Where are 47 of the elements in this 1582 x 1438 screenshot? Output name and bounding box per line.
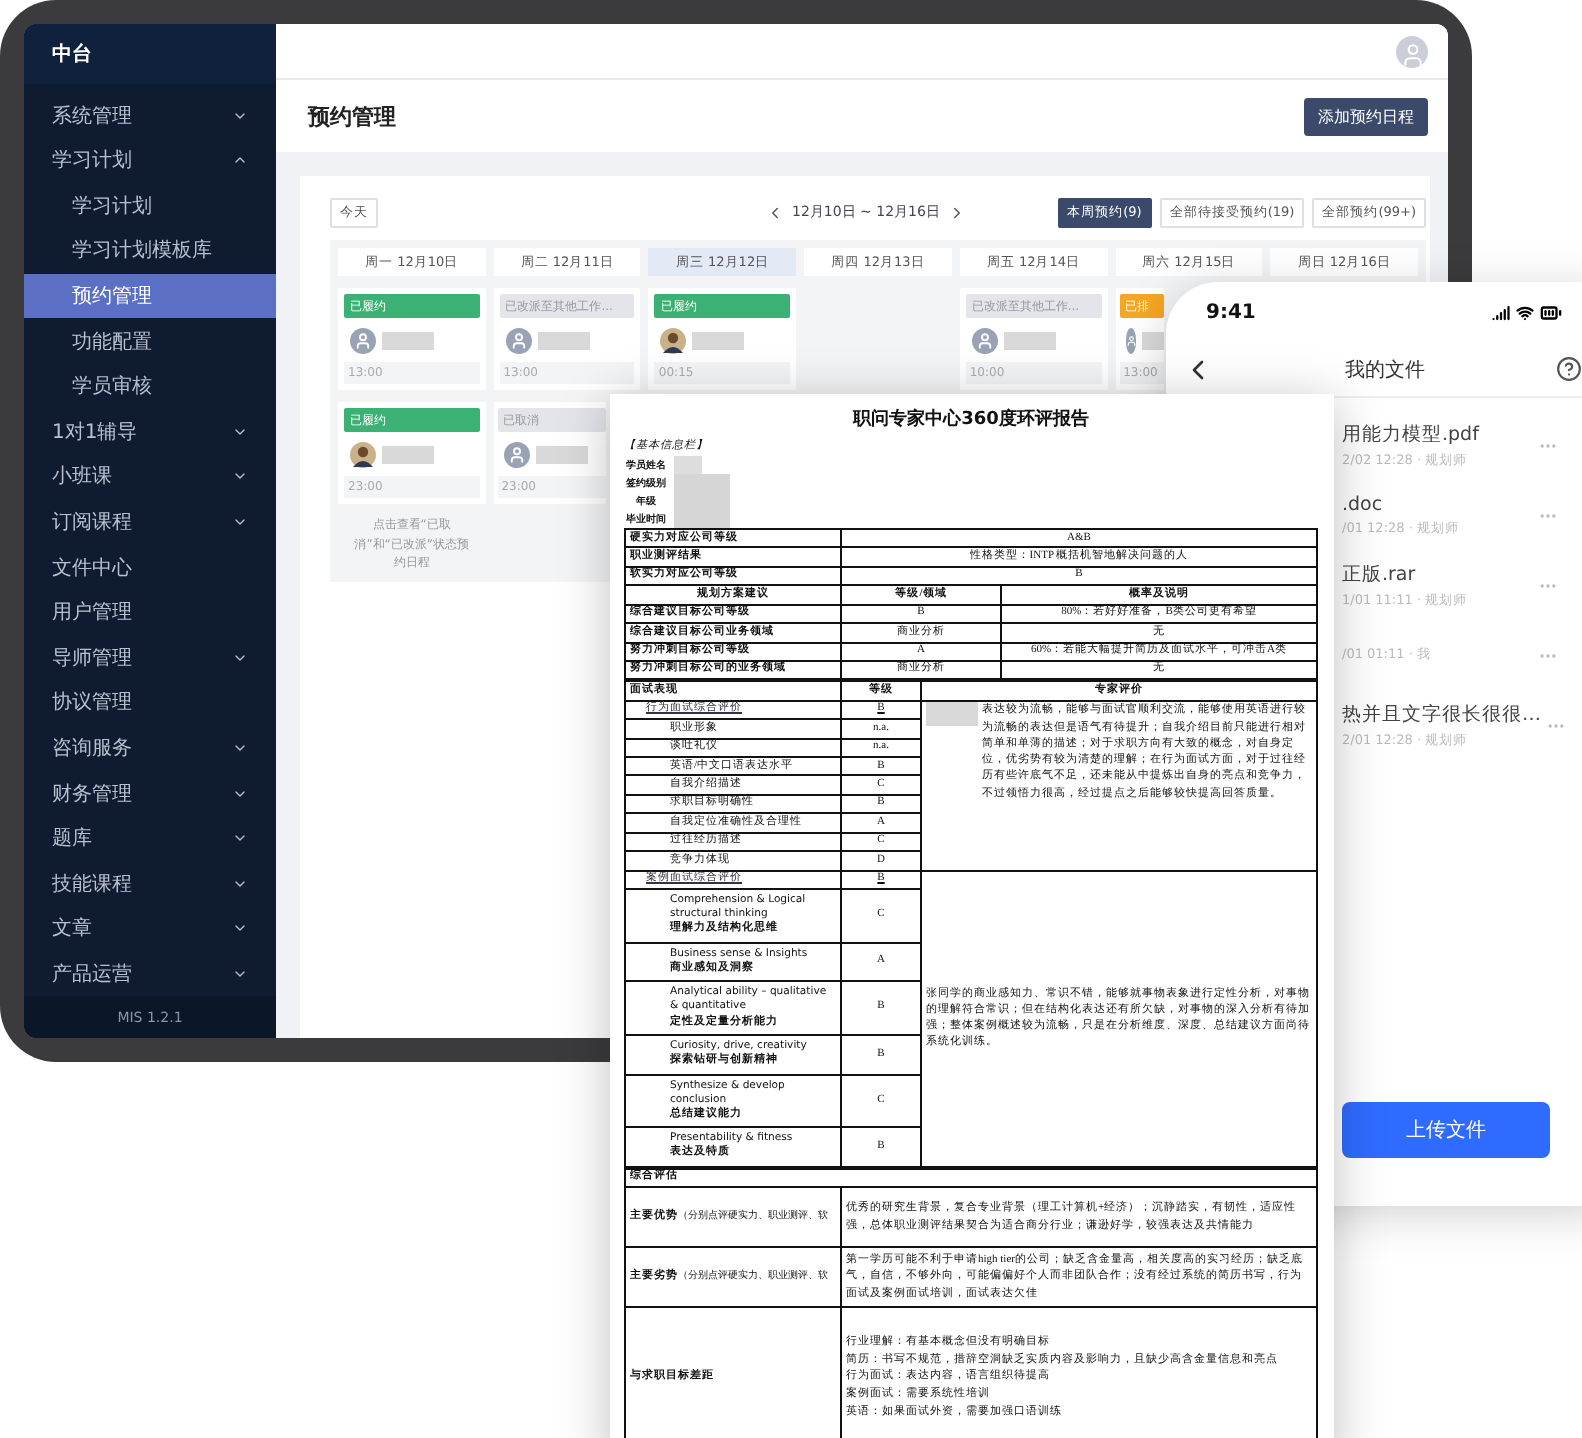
sidebar-item[interactable]: 导师管理 [24, 634, 276, 681]
file-name: 用能力模型.pdf [1342, 421, 1482, 447]
redacted-name [535, 445, 588, 463]
sidebar-item[interactable]: 产品运营 [24, 951, 276, 997]
sidebar-item[interactable]: 咨询服务 [24, 725, 276, 771]
add-button[interactable]: 添加预约日程 [1304, 97, 1428, 135]
redacted-name [692, 331, 745, 349]
brand-title: 中台 [24, 24, 276, 85]
screen-title: 我的文件 [1345, 357, 1425, 383]
sidebar-item[interactable]: 财务管理 [24, 770, 276, 816]
file-name: 正版.rar [1342, 561, 1418, 587]
sidebar-item[interactable]: 订阅课程 [24, 499, 276, 545]
sidebar-item[interactable]: 1对1辅导 [24, 408, 276, 455]
help-icon [1556, 356, 1582, 382]
sidebar-item[interactable]: 小班课 [24, 454, 276, 500]
report-title: 职问专家中心360度环评报告 [850, 406, 1091, 432]
sidebar-subitem[interactable]: 学习计划模板库 [24, 228, 276, 274]
sidebar-item[interactable]: 文章 [24, 905, 276, 952]
user-avatar-icon[interactable] [1396, 35, 1428, 67]
sidebar-item[interactable]: 技能课程 [24, 860, 276, 906]
redacted-name [382, 445, 434, 463]
previous-week-button[interactable] [766, 203, 784, 221]
redacted-value [674, 510, 730, 528]
sidebar-item[interactable]: 用户管理 [24, 589, 276, 635]
redacted-name [1003, 331, 1056, 349]
wifi-icon [1516, 303, 1534, 321]
redacted-name [1142, 331, 1165, 349]
sidebar-item[interactable]: 系统管理 [24, 92, 276, 138]
sidebar-item[interactable]: 学习计划 [24, 137, 276, 183]
file-name: .doc [1342, 493, 1385, 515]
chevron-left-icon [766, 203, 784, 221]
sidebar-subitem[interactable]: 学员审核 [24, 363, 276, 409]
sidebar-item[interactable]: 题库 [24, 815, 276, 861]
redacted-name [537, 331, 590, 349]
sidebar-subitem[interactable]: 功能配置 [24, 318, 276, 364]
status-time: 9:41 [1206, 301, 1256, 323]
battery-icon [1540, 301, 1562, 323]
redacted-name [382, 331, 434, 349]
signal-icon [1492, 303, 1510, 321]
file-name: 热并且文字很长很很… [1342, 701, 1541, 727]
sidebar-subitem[interactable]: 学习计划 [24, 182, 276, 229]
help-button[interactable] [1556, 356, 1582, 382]
sidebar-item[interactable]: 协议管理 [24, 680, 276, 726]
upload-button[interactable]: 上传文件 [1342, 1102, 1550, 1158]
sidebar-item[interactable]: 文件中心 [24, 544, 276, 590]
page-title: 预约管理 [308, 101, 396, 131]
sidebar-subitem[interactable]: 预约管理 [24, 273, 276, 319]
